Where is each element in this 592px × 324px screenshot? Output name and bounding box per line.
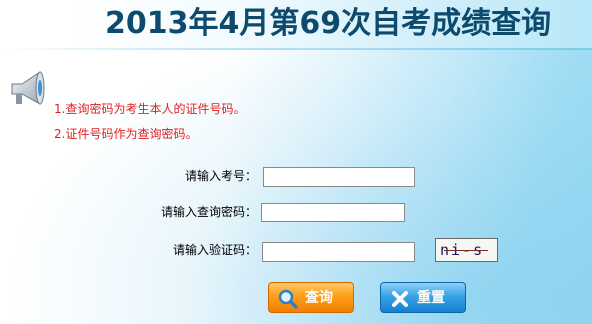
- x-icon: [389, 288, 411, 310]
- search-button[interactable]: 查询: [268, 282, 354, 313]
- page-title: 2013年4月第69次自考成绩查询: [105, 6, 552, 41]
- notice-line-2: 2.证件号码作为查询密码。: [54, 127, 198, 141]
- password-input[interactable]: [261, 203, 405, 222]
- notice-line-1: 1.查询密码为考生本人的证件号码。: [54, 102, 246, 116]
- captcha-noise-line: [444, 250, 488, 251]
- captcha-input[interactable]: [262, 242, 415, 262]
- exam-number-label: 请输入考号：: [184, 169, 257, 183]
- exam-number-input[interactable]: [263, 167, 415, 187]
- header-divider: [0, 48, 592, 50]
- reset-button-label: 重置: [417, 290, 445, 306]
- search-button-label: 查询: [305, 290, 333, 306]
- loudspeaker-icon: [6, 66, 52, 110]
- captcha-label: 请输入验证码：: [172, 243, 257, 257]
- header-banner: 2013年4月第69次自考成绩查询: [0, 0, 592, 48]
- reset-button[interactable]: 重置: [380, 282, 466, 313]
- captcha-text: ni-s i: [440, 241, 485, 261]
- magnifier-icon: [277, 288, 299, 310]
- captcha-image[interactable]: ni-s i: [435, 238, 498, 262]
- password-label: 请输入查询密码：: [160, 205, 257, 219]
